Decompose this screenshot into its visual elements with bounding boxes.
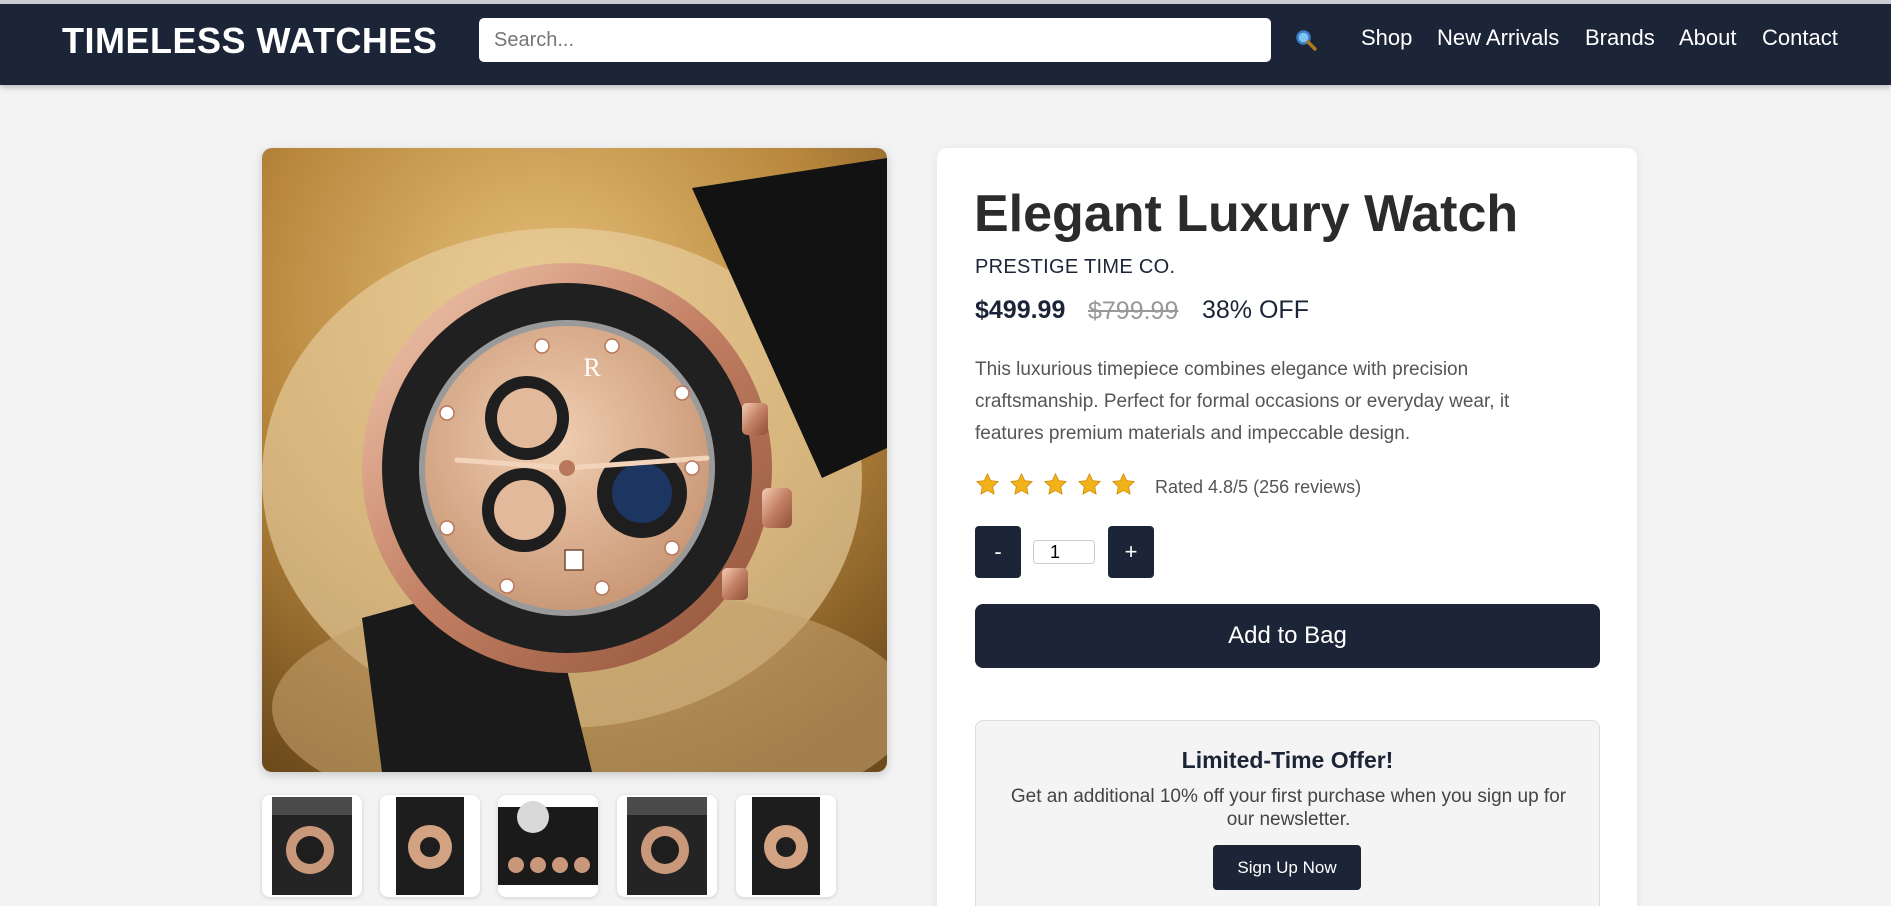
rating-text: Rated 4.8/5 (256 reviews) <box>1155 477 1362 497</box>
star-icon <box>1043 472 1068 495</box>
product-brand: PRESTIGE TIME CO. <box>975 256 1176 278</box>
thumbnail-1[interactable] <box>262 795 362 897</box>
product-title: Elegant Luxury Watch <box>974 185 1519 243</box>
magnifier-icon <box>1296 30 1317 51</box>
nav-brands[interactable]: Brands <box>1585 25 1655 51</box>
product-description: This luxurious timepiece combines elegan… <box>975 359 1510 444</box>
thumbnail-4[interactable] <box>617 795 717 897</box>
product-details-card: Elegant Luxury Watch PRESTIGE TIME CO. $… <box>937 148 1637 906</box>
star-icon <box>1077 472 1102 495</box>
original-price: $799.99 <box>1088 297 1179 325</box>
sign-up-button[interactable]: Sign Up Now <box>1213 845 1361 890</box>
star-icon <box>1009 472 1034 495</box>
nav-contact[interactable]: Contact <box>1762 25 1838 51</box>
search-input[interactable] <box>479 18 1271 62</box>
svg-text:R: R <box>583 353 601 382</box>
nav-about[interactable]: About <box>1679 25 1737 51</box>
star-icon <box>975 472 1000 495</box>
thumbnail-5[interactable] <box>736 795 836 897</box>
site-logo[interactable]: TIMELESS WATCHES <box>62 20 437 62</box>
quantity-input[interactable] <box>1033 540 1095 564</box>
offer-title: Limited-Time Offer! <box>1181 747 1394 773</box>
newsletter-offer-box: Limited-Time Offer! Get an additional 10… <box>975 720 1600 906</box>
top-navbar: TIMELESS WATCHES Shop New Arrivals Brand… <box>0 0 1891 85</box>
search-button[interactable] <box>1294 28 1318 52</box>
offer-text: Get an additional 10% off your first pur… <box>1010 786 1567 830</box>
nav-new-arrivals[interactable]: New Arrivals <box>1437 25 1559 51</box>
discount-badge: 38% OFF <box>1202 296 1309 324</box>
star-rating <box>975 472 1136 497</box>
current-price: $499.99 <box>975 296 1066 324</box>
star-icon <box>1111 472 1136 495</box>
add-to-bag-button[interactable]: Add to Bag <box>975 604 1600 668</box>
product-main-image[interactable]: R <box>262 148 887 772</box>
thumbnail-3[interactable] <box>498 795 598 897</box>
decrease-quantity-button[interactable]: - <box>975 526 1021 578</box>
thumbnail-2[interactable] <box>380 795 480 897</box>
increase-quantity-button[interactable]: + <box>1108 526 1154 578</box>
nav-shop[interactable]: Shop <box>1361 25 1412 51</box>
